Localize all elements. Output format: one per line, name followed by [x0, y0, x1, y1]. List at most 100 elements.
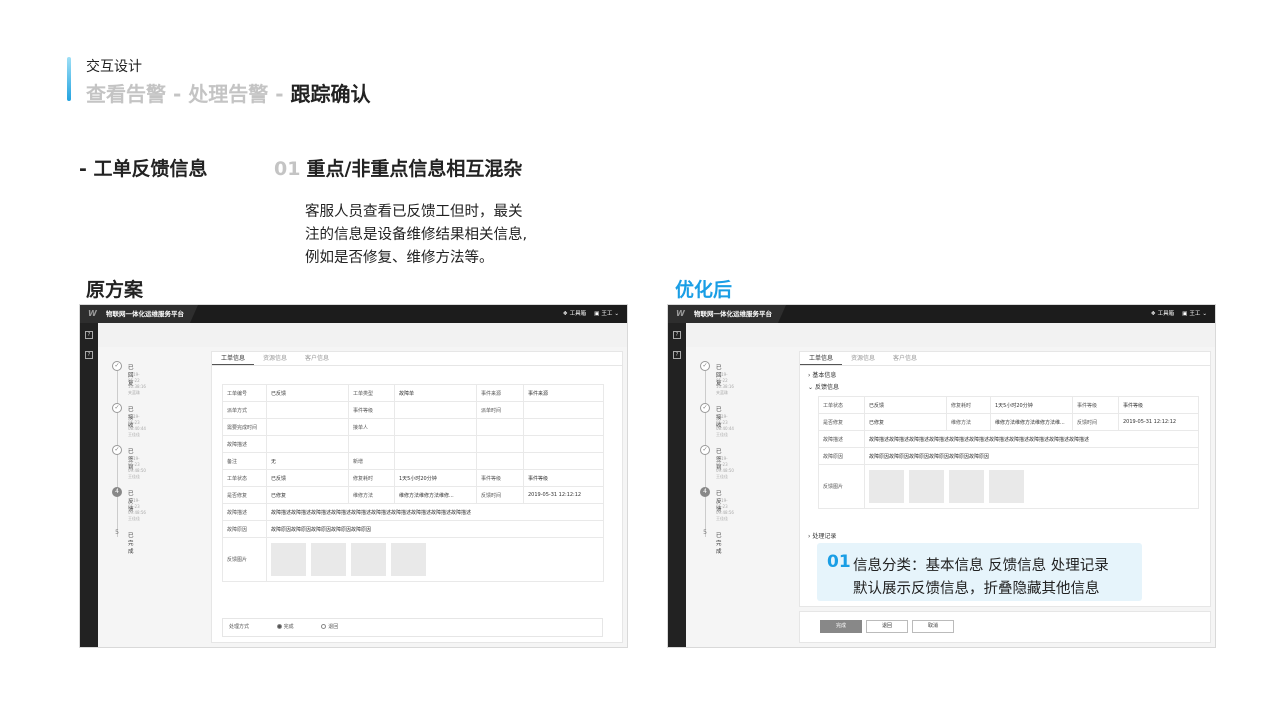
step-date: 2019-05-22 10:38:16: [716, 372, 734, 389]
feedback-image[interactable]: [989, 470, 1024, 503]
step-meta: 2019-05-22 10:38:16 夹蓝珠: [128, 372, 146, 396]
cell-value: [523, 435, 604, 453]
crumb-sep: -: [166, 82, 189, 106]
crumb-sep: -: [268, 82, 291, 106]
tab-customer-info[interactable]: 客户信息: [296, 352, 338, 365]
toolbox-button[interactable]: ❖ 工具箱: [1151, 305, 1174, 323]
cell-value: 2019-05-31 12:12:12: [523, 486, 604, 504]
tab-order-info[interactable]: 工单信息: [212, 352, 255, 365]
section-records-toggle[interactable]: › 处理记录: [808, 531, 836, 540]
user-menu[interactable]: ▣ 王工 ⌄: [1182, 305, 1207, 323]
toolbar-strip: [98, 323, 627, 347]
desc-line: 客服人员查看已反馈工但时，最关: [305, 204, 523, 220]
slide: 交互设计 查看告警 - 处理告警 - 跟踪确认 - 工单反馈信息 01 重点/非重…: [0, 0, 1280, 720]
callout: 01 信息分类：基本信息 反馈信息 处理记录 默认展示反馈信息，折叠隐藏其他信息: [817, 543, 1142, 601]
sidebar-help-icon-2[interactable]: ?: [673, 351, 681, 359]
tab-resource-info[interactable]: 资源信息: [254, 352, 296, 365]
point-title: 01 重点/非重点信息相互混杂: [274, 154, 522, 181]
help-icon: ▣: [1182, 311, 1188, 317]
platform-logo: W: [676, 309, 685, 318]
cell-value: [523, 418, 604, 436]
cell-key: 故障描述: [222, 503, 267, 521]
cell-value: 已修复: [266, 486, 349, 504]
step-title: 已完成: [128, 533, 134, 555]
step-title: 已完成: [716, 533, 722, 555]
cell-key: 是否修复: [818, 413, 865, 431]
sidebar-help-icon[interactable]: ?: [85, 331, 93, 339]
cell-value: 故障原因故障原因故障原因故障原因故障原因故障原因: [864, 447, 1199, 465]
tab-resource-info[interactable]: 资源信息: [842, 352, 884, 365]
feedback-image[interactable]: [391, 543, 426, 576]
cell-key: 维修方法: [348, 486, 395, 504]
cell-value: 1天5小时20分钟: [990, 396, 1073, 414]
tab-customer-info[interactable]: 客户信息: [884, 352, 926, 365]
feedback-image[interactable]: [949, 470, 984, 503]
main-area: ✓ 已回复 2019-05-22 10:38:16 夹蓝珠 ✓ 已接收 2019-05-2…: [98, 347, 627, 647]
cell-key: 反馈图片: [818, 464, 865, 509]
cell-value: [266, 401, 349, 419]
step-person: 王佳佳: [128, 516, 140, 521]
section-feedback-toggle[interactable]: ⌄ 反馈信息: [808, 382, 839, 391]
done-button[interactable]: 完成: [820, 620, 862, 633]
cell-key: 反馈时间: [476, 486, 524, 504]
table-row: 是否修复 已修复 维修方法 维修方法维修方法维修方法维... 反馈时间 2019-05-3…: [818, 413, 1199, 431]
original-screenshot: 物联网一体化运维服务平台 W ❖ 工具箱 ▣ 王工 ⌄ ? ? ✓ 已回复 2019-05…: [79, 304, 628, 648]
desc-line: 注的信息是设备维修结果相关信息,: [305, 227, 528, 243]
platform-logo: W: [88, 309, 97, 318]
check-icon: ✓: [700, 403, 710, 413]
user-name: 王工: [601, 311, 613, 317]
radio-label: 完成: [283, 624, 294, 630]
step-person: 夹蓝珠: [128, 390, 140, 395]
table-row: 故障描述 故障描述故障描述故障描述故障描述故障描述故障描述故障描述故障描述故障描述…: [222, 503, 604, 521]
crumb-current: 跟踪确认: [290, 82, 371, 106]
step-date: 2019-05-23 09:48:50: [716, 456, 734, 473]
table-row: 故障原因 故障原因故障原因故障原因故障原因故障原因: [222, 520, 604, 538]
feedback-image[interactable]: [351, 543, 386, 576]
tab-order-info[interactable]: 工单信息: [800, 352, 843, 365]
sidebar-help-icon[interactable]: ?: [673, 331, 681, 339]
feedback-image[interactable]: [311, 543, 346, 576]
app-sidebar: ? ?: [80, 323, 98, 647]
sidebar-help-icon-2[interactable]: ?: [85, 351, 93, 359]
radio-return[interactable]: 退回: [321, 624, 338, 630]
radio-unchecked-icon: [321, 624, 327, 629]
cell-value: 无: [266, 452, 349, 470]
cell-key: 反馈时间: [1072, 413, 1119, 431]
feedback-image[interactable]: [271, 543, 306, 576]
toolbar-strip: [686, 323, 1215, 347]
cancel-button[interactable]: 取消: [912, 620, 954, 633]
breadcrumb: 查看告警 - 处理告警 - 跟踪确认: [86, 78, 370, 107]
image-cell: [864, 464, 1199, 509]
toolbox-label: 工具箱: [1157, 311, 1175, 317]
chevron-right-icon: ›: [808, 372, 811, 379]
radio-done[interactable]: 完成: [276, 624, 294, 630]
process-label: 处理方式: [229, 624, 250, 630]
chevron-down-icon: ⌄: [614, 311, 619, 317]
cell-key: 事件等级: [476, 469, 524, 487]
cell-key: 修复耗时: [946, 396, 991, 414]
cell-key: 接单人: [348, 418, 395, 436]
callout-line-2: 默认展示反馈信息，折叠隐藏其他信息: [853, 581, 1100, 597]
cell-key: 反馈图片: [222, 537, 267, 582]
cell-value: [394, 452, 477, 470]
return-button[interactable]: 退回: [866, 620, 908, 633]
chevron-right-icon: ›: [808, 533, 811, 540]
cell-key: 事件来源: [476, 384, 524, 402]
cell-key: 故障原因: [818, 447, 865, 465]
user-menu[interactable]: ▣ 王工 ⌄: [594, 305, 619, 323]
feedback-image[interactable]: [909, 470, 944, 503]
topbar-tools: ❖ 工具箱 ▣ 王工 ⌄: [563, 305, 619, 323]
section-basic-toggle[interactable]: › 基本信息: [808, 370, 836, 379]
step-meta: 2019-05-23 08:40:44 王佳佳: [128, 414, 146, 438]
toolbox-button[interactable]: ❖ 工具箱: [563, 305, 586, 323]
section-label: 基本信息: [812, 372, 837, 379]
content-panel: 工单信息 资源信息 客户信息 工单编号 已反馈 工单类型 故障单 事件来源 事件来源 派单方…: [211, 351, 623, 643]
cell-key: 工单类型: [348, 384, 395, 402]
cell-value: [266, 418, 349, 436]
table-row: 是否修复 已修复 维修方法 维修方法维修方法维修... 反馈时间 2019-05-31 1…: [222, 486, 604, 504]
section-label: 反馈信息: [814, 384, 839, 391]
step-person: 王佳佳: [716, 432, 728, 437]
cell-value: 故障描述故障描述故障描述故障描述故障描述故障描述故障描述故障描述故障描述故障描述…: [864, 430, 1199, 448]
radio-label: 退回: [328, 624, 339, 630]
feedback-image[interactable]: [869, 470, 904, 503]
